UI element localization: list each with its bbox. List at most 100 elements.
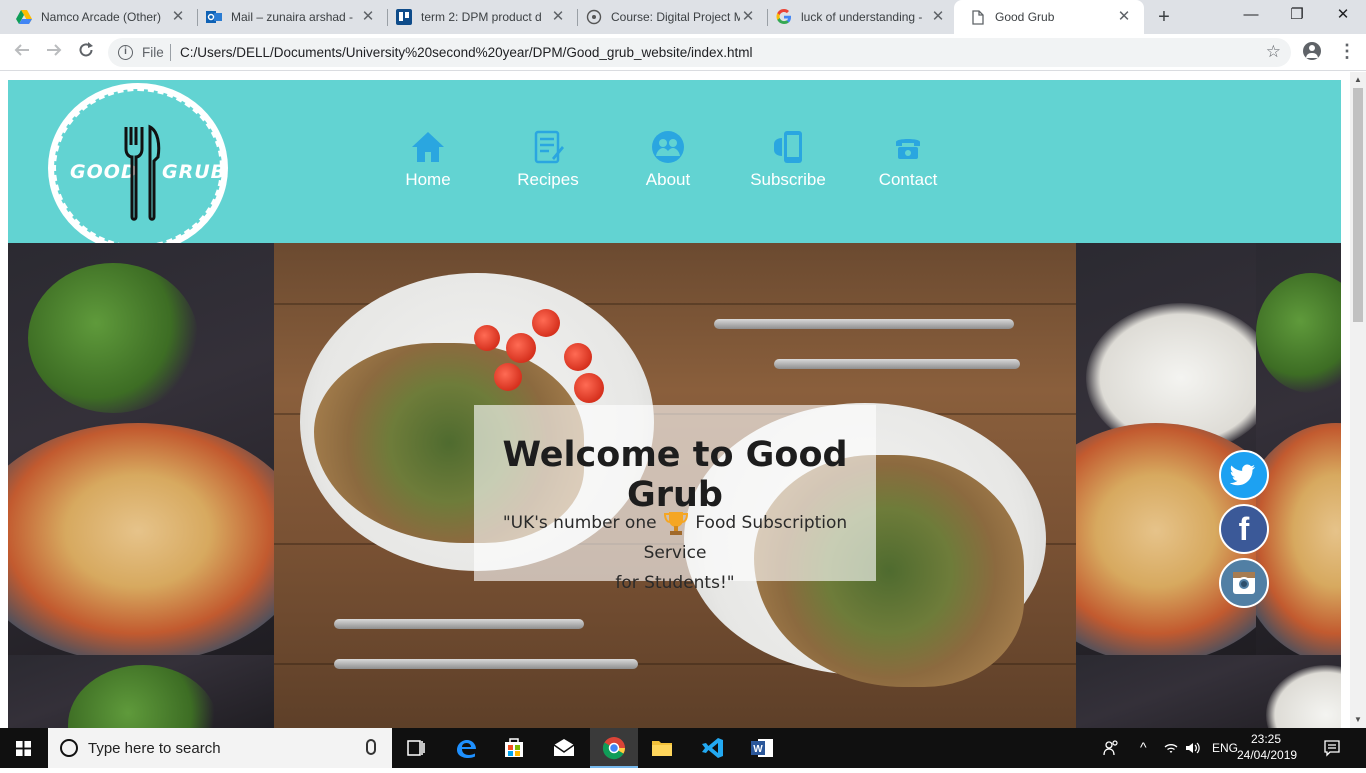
vscode-icon bbox=[702, 738, 723, 758]
tab-course-dpm[interactable]: Course: Digital Project M ✕ bbox=[570, 0, 768, 34]
bookmark-star-icon[interactable]: ☆ bbox=[1266, 42, 1281, 62]
start-button[interactable] bbox=[0, 728, 48, 768]
new-tab-button[interactable]: + bbox=[1152, 6, 1176, 30]
vscode-button[interactable] bbox=[688, 728, 736, 768]
show-hidden-icons-chevron-icon[interactable]: ^ bbox=[1140, 739, 1147, 755]
trophy-icon bbox=[663, 512, 688, 535]
profile-avatar-icon[interactable] bbox=[1303, 42, 1321, 60]
hero-banner: Welcome to Good Grub "UK's number one Fo… bbox=[8, 243, 1341, 728]
subscribe-icon bbox=[774, 131, 802, 163]
microphone-icon[interactable] bbox=[366, 739, 376, 755]
page-scrollbar[interactable]: ▲ ▼ bbox=[1350, 72, 1366, 728]
mail-envelope-icon bbox=[553, 739, 575, 756]
reload-icon bbox=[79, 42, 93, 57]
nav-recipes[interactable]: Recipes bbox=[498, 130, 598, 190]
tab-namco-arcade[interactable]: Namco Arcade (Other) ✕ bbox=[0, 0, 198, 34]
instagram-button[interactable] bbox=[1219, 558, 1269, 608]
back-button[interactable] bbox=[8, 39, 36, 67]
close-tab-icon[interactable]: ✕ bbox=[930, 9, 946, 25]
home-icon bbox=[412, 132, 444, 162]
forward-button[interactable] bbox=[40, 39, 68, 67]
chrome-icon bbox=[602, 737, 625, 760]
nav-label-recipes: Recipes bbox=[517, 170, 579, 189]
store-button[interactable] bbox=[490, 728, 538, 768]
close-window-button[interactable]: ✕ bbox=[1320, 0, 1366, 32]
clock-date: 24/04/2019 bbox=[1237, 748, 1298, 762]
tab-title: Namco Arcade (Other) bbox=[41, 10, 162, 24]
close-tab-icon[interactable]: ✕ bbox=[1116, 9, 1132, 25]
nav-contact[interactable]: Contact bbox=[858, 130, 958, 190]
svg-text:W: W bbox=[753, 744, 763, 755]
system-clock[interactable]: 23:25 24/04/2019 bbox=[1237, 731, 1298, 763]
minimize-button[interactable]: — bbox=[1228, 0, 1274, 32]
chrome-button[interactable] bbox=[590, 728, 638, 768]
volume-icon[interactable] bbox=[1184, 740, 1202, 756]
nav-subscribe[interactable]: Subscribe bbox=[738, 130, 838, 190]
close-tab-icon[interactable]: ✕ bbox=[170, 9, 186, 25]
document-icon bbox=[970, 9, 986, 25]
windows-logo-icon bbox=[16, 741, 31, 756]
notification-center-icon[interactable] bbox=[1323, 739, 1341, 757]
search-placeholder: Type here to search bbox=[88, 740, 221, 757]
url-text[interactable]: C:/Users/DELL/Documents/University%20sec… bbox=[180, 45, 753, 60]
tab-title: Mail – zunaira arshad - bbox=[231, 10, 354, 24]
facebook-icon: f bbox=[1238, 511, 1250, 547]
file-scheme-label: File bbox=[142, 45, 164, 60]
page-viewport: GOOD GRUB Home Recipes About Subscribe C… bbox=[0, 72, 1350, 728]
edge-button[interactable] bbox=[442, 728, 490, 768]
reload-button[interactable] bbox=[72, 39, 100, 67]
word-icon: W bbox=[751, 739, 773, 757]
taskbar-search-box[interactable]: Type here to search bbox=[48, 728, 392, 768]
good-grub-logo[interactable]: GOOD GRUB bbox=[48, 83, 228, 253]
close-tab-icon[interactable]: ✕ bbox=[740, 9, 756, 25]
google-icon bbox=[776, 9, 792, 25]
word-button[interactable]: W bbox=[738, 728, 786, 768]
nav-label-contact: Contact bbox=[878, 170, 938, 189]
facebook-button[interactable]: f bbox=[1219, 504, 1269, 554]
windows-taskbar: Type here to search W ^ ENG 23:25 24/04/… bbox=[0, 728, 1366, 768]
close-tab-icon[interactable]: ✕ bbox=[550, 9, 566, 25]
tab-good-grub[interactable]: Good Grub ✕ bbox=[954, 0, 1144, 34]
tab-title: Good Grub bbox=[995, 10, 1055, 24]
nav-home[interactable]: Home bbox=[378, 130, 478, 190]
clock-time: 23:25 bbox=[1250, 732, 1282, 746]
course-icon bbox=[586, 9, 602, 25]
scroll-up-arrow-icon[interactable]: ▲ bbox=[1350, 72, 1366, 88]
nav-label-about: About bbox=[645, 170, 691, 189]
welcome-tagline: "UK's number one Food Subscription Servi… bbox=[474, 508, 876, 598]
twitter-button[interactable] bbox=[1219, 450, 1269, 500]
tab-google-search[interactable]: luck of understanding - ✕ bbox=[760, 0, 958, 34]
nav-about[interactable]: About bbox=[618, 130, 718, 190]
nav-label-subscribe: Subscribe bbox=[750, 170, 826, 189]
nav-label-home: Home bbox=[405, 170, 451, 189]
edge-icon bbox=[457, 740, 476, 758]
people-icon[interactable] bbox=[1102, 739, 1120, 757]
google-drive-icon bbox=[16, 9, 32, 25]
task-view-icon bbox=[407, 740, 425, 756]
cutlery-icon bbox=[124, 124, 161, 221]
tab-mail[interactable]: Mail – zunaira arshad - ✕ bbox=[190, 0, 388, 34]
input-language[interactable]: ENG bbox=[1212, 741, 1238, 755]
restore-button[interactable]: ❐ bbox=[1274, 0, 1320, 32]
tab-title: luck of understanding - bbox=[801, 10, 923, 24]
browser-tab-strip: Namco Arcade (Other) ✕ Mail – zunaira ar… bbox=[0, 0, 1366, 34]
tab-term2-dpm[interactable]: term 2: DPM product d ✕ bbox=[380, 0, 578, 34]
wifi-icon[interactable] bbox=[1163, 740, 1179, 756]
logo-text-grub: GRUB bbox=[162, 161, 227, 183]
tab-title: term 2: DPM product d bbox=[421, 10, 542, 24]
site-header: GOOD GRUB Home Recipes About Subscribe C… bbox=[8, 80, 1341, 253]
outlook-icon bbox=[206, 9, 222, 25]
close-tab-icon[interactable]: ✕ bbox=[360, 9, 376, 25]
address-bar[interactable]: i File C:/Users/DELL/Documents/Universit… bbox=[108, 38, 1291, 67]
task-view-button[interactable] bbox=[392, 728, 440, 768]
folder-icon bbox=[652, 741, 672, 756]
file-explorer-button[interactable] bbox=[638, 728, 686, 768]
mail-button[interactable] bbox=[540, 728, 588, 768]
welcome-panel: Welcome to Good Grub "UK's number one Fo… bbox=[474, 405, 876, 593]
info-icon[interactable]: i bbox=[118, 45, 133, 60]
tab-title: Course: Digital Project M bbox=[611, 10, 740, 24]
scrollbar-thumb[interactable] bbox=[1353, 88, 1363, 322]
trello-icon bbox=[396, 9, 412, 25]
browser-menu-icon[interactable]: ⋮ bbox=[1338, 40, 1356, 62]
scroll-down-arrow-icon[interactable]: ▼ bbox=[1350, 712, 1366, 728]
